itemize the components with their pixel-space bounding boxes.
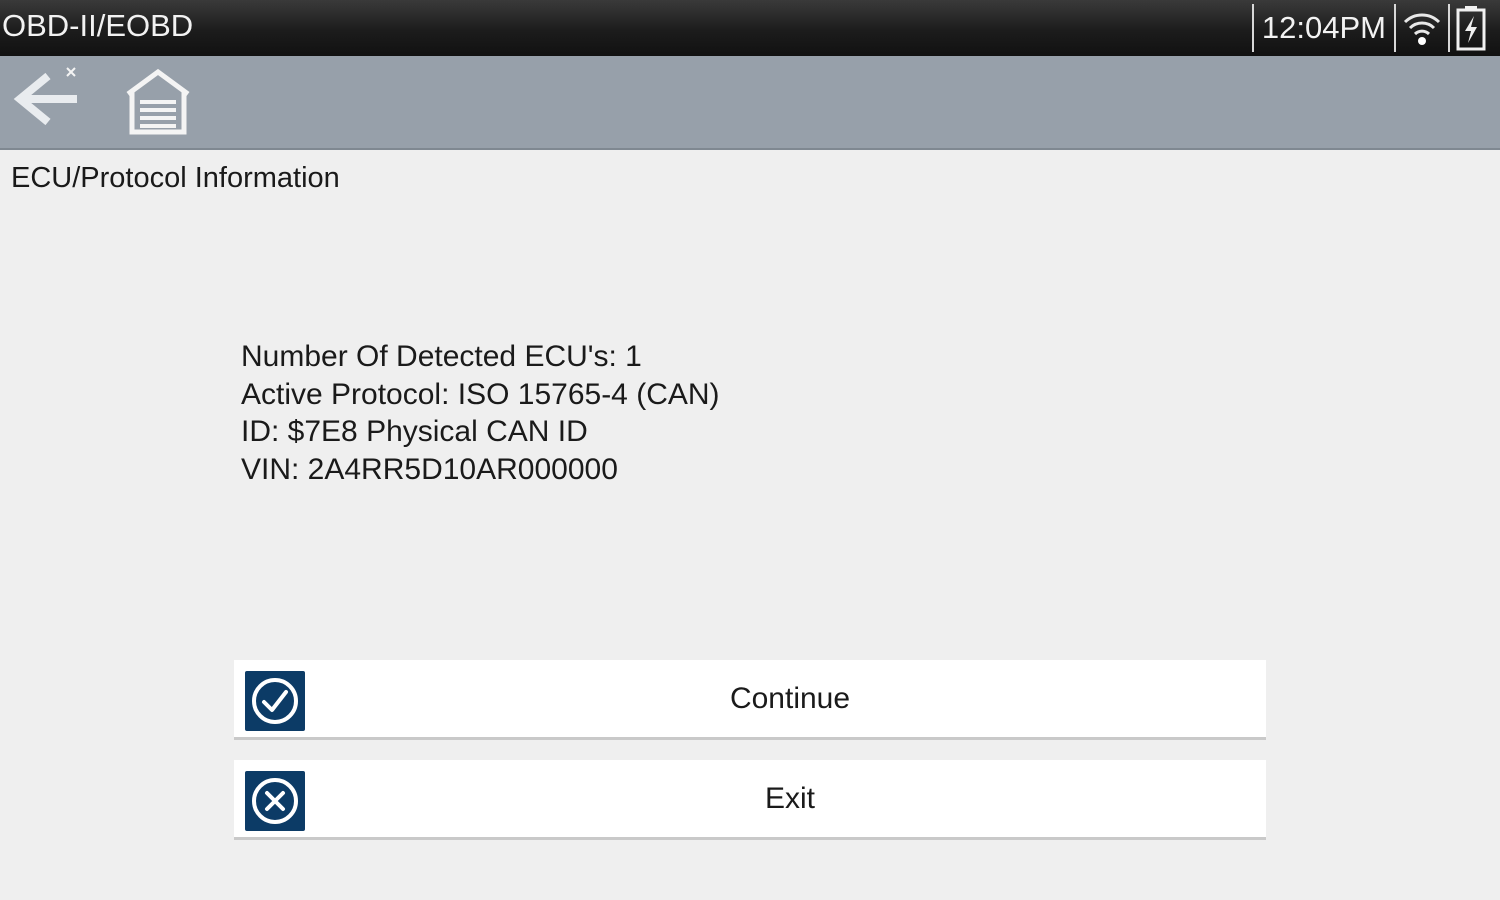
- continue-button[interactable]: Continue: [234, 660, 1266, 740]
- page-title: ECU/Protocol Information: [11, 162, 340, 194]
- toolbar: [0, 56, 1500, 150]
- back-button[interactable]: [12, 66, 82, 136]
- status-indicators: 12:04PM: [1246, 0, 1500, 56]
- status-divider: [1251, 4, 1254, 52]
- ecu-count-text: Number Of Detected ECU's: 1: [241, 340, 642, 373]
- vin-text: VIN: 2A4RR5D10AR000000: [241, 452, 618, 486]
- status-bar: OBD-II/EOBD 12:04PM: [0, 0, 1500, 56]
- can-id-text: ID: $7E8 Physical CAN ID: [241, 415, 588, 448]
- home-button[interactable]: [122, 68, 194, 138]
- status-divider: [1448, 4, 1450, 52]
- app-title: OBD-II/EOBD: [2, 8, 194, 43]
- ecu-info: Number Of Detected ECU's: 1 Active Proto…: [241, 338, 720, 488]
- wifi-icon: [1402, 6, 1442, 50]
- exit-button[interactable]: Exit: [234, 760, 1266, 840]
- status-divider: [1394, 4, 1396, 52]
- battery-charging-icon: [1456, 5, 1486, 51]
- exit-label: Exit: [764, 781, 815, 815]
- continue-label: Continue: [729, 681, 851, 715]
- back-arrow-icon: [12, 67, 82, 140]
- active-protocol-text: Active Protocol: ISO 15765-4 (CAN): [241, 377, 720, 411]
- clock: 12:04PM: [1261, 10, 1386, 45]
- home-garage-icon: [122, 68, 194, 142]
